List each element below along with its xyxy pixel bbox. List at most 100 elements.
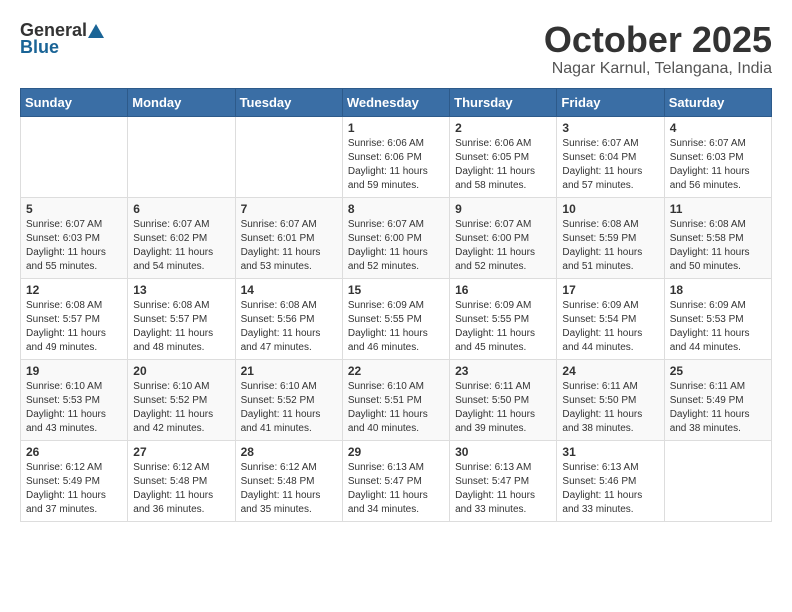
calendar-cell: 14 Sunrise: 6:08 AM Sunset: 5:56 PM Dayli… [235,278,342,359]
cell-info: Sunrise: 6:10 AM Sunset: 5:53 PM Dayligh… [26,380,122,436]
day-number: 3 [562,121,658,135]
cell-info: Sunrise: 6:09 AM Sunset: 5:55 PM Dayligh… [348,299,444,355]
calendar-cell: 8 Sunrise: 6:07 AM Sunset: 6:00 PM Daylig… [342,197,449,278]
calendar-cell [128,116,235,197]
cell-info: Sunrise: 6:07 AM Sunset: 6:00 PM Dayligh… [455,218,551,274]
calendar-table: SundayMondayTuesdayWednesdayThursdayFrid… [20,88,772,522]
calendar-cell: 9 Sunrise: 6:07 AM Sunset: 6:00 PM Daylig… [450,197,557,278]
calendar-cell [21,116,128,197]
logo-arrow-icon [88,24,104,38]
calendar-cell: 28 Sunrise: 6:12 AM Sunset: 5:48 PM Dayli… [235,440,342,521]
cell-info: Sunrise: 6:12 AM Sunset: 5:49 PM Dayligh… [26,461,122,517]
weekday-header: Sunday [21,88,128,116]
calendar-cell: 31Sunrise: 6:13 AM Sunset: 5:46 PM Dayli… [557,440,664,521]
calendar-cell: 29 Sunrise: 6:13 AM Sunset: 5:47 PM Dayli… [342,440,449,521]
day-number: 7 [241,202,337,216]
calendar-cell: 21 Sunrise: 6:10 AM Sunset: 5:52 PM Dayli… [235,359,342,440]
calendar-cell: 30Sunrise: 6:13 AM Sunset: 5:47 PM Dayli… [450,440,557,521]
cell-info: Sunrise: 6:12 AM Sunset: 5:48 PM Dayligh… [133,461,229,517]
title-block: October 2025 Nagar Karnul, Telangana, In… [544,20,772,78]
calendar-cell: 25Sunrise: 6:11 AM Sunset: 5:49 PM Dayli… [664,359,771,440]
day-number: 20 [133,364,229,378]
day-number: 1 [348,121,444,135]
calendar-week-row: 19 Sunrise: 6:10 AM Sunset: 5:53 PM Dayli… [21,359,772,440]
weekday-header: Tuesday [235,88,342,116]
calendar-cell: 11Sunrise: 6:08 AM Sunset: 5:58 PM Dayli… [664,197,771,278]
day-number: 6 [133,202,229,216]
day-number: 14 [241,283,337,297]
day-number: 15 [348,283,444,297]
cell-info: Sunrise: 6:13 AM Sunset: 5:47 PM Dayligh… [348,461,444,517]
day-number: 12 [26,283,122,297]
day-number: 18 [670,283,766,297]
cell-info: Sunrise: 6:08 AM Sunset: 5:57 PM Dayligh… [133,299,229,355]
cell-info: Sunrise: 6:09 AM Sunset: 5:53 PM Dayligh… [670,299,766,355]
day-number: 29 [348,445,444,459]
cell-info: Sunrise: 6:07 AM Sunset: 6:02 PM Dayligh… [133,218,229,274]
calendar-cell: 4 Sunrise: 6:07 AM Sunset: 6:03 PM Daylig… [664,116,771,197]
cell-info: Sunrise: 6:10 AM Sunset: 5:52 PM Dayligh… [241,380,337,436]
day-number: 24 [562,364,658,378]
calendar-cell: 3 Sunrise: 6:07 AM Sunset: 6:04 PM Daylig… [557,116,664,197]
day-number: 8 [348,202,444,216]
cell-info: Sunrise: 6:07 AM Sunset: 6:00 PM Dayligh… [348,218,444,274]
cell-info: Sunrise: 6:08 AM Sunset: 5:57 PM Dayligh… [26,299,122,355]
day-number: 26 [26,445,122,459]
day-number: 11 [670,202,766,216]
calendar-week-row: 26 Sunrise: 6:12 AM Sunset: 5:49 PM Dayli… [21,440,772,521]
calendar-cell: 16 Sunrise: 6:09 AM Sunset: 5:55 PM Dayli… [450,278,557,359]
cell-info: Sunrise: 6:07 AM Sunset: 6:04 PM Dayligh… [562,137,658,193]
day-number: 22 [348,364,444,378]
cell-info: Sunrise: 6:13 AM Sunset: 5:47 PM Dayligh… [455,461,551,517]
cell-info: Sunrise: 6:07 AM Sunset: 6:03 PM Dayligh… [670,137,766,193]
day-number: 9 [455,202,551,216]
cell-info: Sunrise: 6:06 AM Sunset: 6:05 PM Dayligh… [455,137,551,193]
calendar-cell: 26 Sunrise: 6:12 AM Sunset: 5:49 PM Dayli… [21,440,128,521]
day-number: 21 [241,364,337,378]
day-number: 27 [133,445,229,459]
day-number: 13 [133,283,229,297]
calendar-week-row: 12 Sunrise: 6:08 AM Sunset: 5:57 PM Dayli… [21,278,772,359]
calendar-header-row: SundayMondayTuesdayWednesdayThursdayFrid… [21,88,772,116]
day-number: 16 [455,283,551,297]
month-title: October 2025 [544,20,772,60]
day-number: 4 [670,121,766,135]
weekday-header: Saturday [664,88,771,116]
calendar-cell: 13 Sunrise: 6:08 AM Sunset: 5:57 PM Dayli… [128,278,235,359]
day-number: 25 [670,364,766,378]
cell-info: Sunrise: 6:07 AM Sunset: 6:03 PM Dayligh… [26,218,122,274]
calendar-cell: 12 Sunrise: 6:08 AM Sunset: 5:57 PM Dayli… [21,278,128,359]
day-number: 5 [26,202,122,216]
calendar-cell: 27 Sunrise: 6:12 AM Sunset: 5:48 PM Dayli… [128,440,235,521]
day-number: 31 [562,445,658,459]
cell-info: Sunrise: 6:09 AM Sunset: 5:55 PM Dayligh… [455,299,551,355]
calendar-cell [235,116,342,197]
cell-info: Sunrise: 6:08 AM Sunset: 5:59 PM Dayligh… [562,218,658,274]
location-title: Nagar Karnul, Telangana, India [544,60,772,78]
calendar-cell: 5 Sunrise: 6:07 AM Sunset: 6:03 PM Daylig… [21,197,128,278]
calendar-cell: 2Sunrise: 6:06 AM Sunset: 6:05 PM Daylig… [450,116,557,197]
calendar-cell: 20Sunrise: 6:10 AM Sunset: 5:52 PM Dayli… [128,359,235,440]
page-header: General Blue October 2025 Nagar Karnul, … [20,20,772,78]
day-number: 19 [26,364,122,378]
cell-info: Sunrise: 6:07 AM Sunset: 6:01 PM Dayligh… [241,218,337,274]
logo: General Blue [20,20,105,58]
calendar-cell: 6 Sunrise: 6:07 AM Sunset: 6:02 PM Daylig… [128,197,235,278]
cell-info: Sunrise: 6:11 AM Sunset: 5:50 PM Dayligh… [455,380,551,436]
calendar-cell: 19 Sunrise: 6:10 AM Sunset: 5:53 PM Dayli… [21,359,128,440]
weekday-header: Monday [128,88,235,116]
cell-info: Sunrise: 6:08 AM Sunset: 5:56 PM Dayligh… [241,299,337,355]
day-number: 10 [562,202,658,216]
calendar-week-row: 1 Sunrise: 6:06 AM Sunset: 6:06 PM Daylig… [21,116,772,197]
cell-info: Sunrise: 6:10 AM Sunset: 5:51 PM Dayligh… [348,380,444,436]
calendar-cell: 18 Sunrise: 6:09 AM Sunset: 5:53 PM Dayli… [664,278,771,359]
calendar-cell: 15 Sunrise: 6:09 AM Sunset: 5:55 PM Dayli… [342,278,449,359]
day-number: 28 [241,445,337,459]
cell-info: Sunrise: 6:12 AM Sunset: 5:48 PM Dayligh… [241,461,337,517]
weekday-header: Wednesday [342,88,449,116]
calendar-cell: 17Sunrise: 6:09 AM Sunset: 5:54 PM Dayli… [557,278,664,359]
cell-info: Sunrise: 6:09 AM Sunset: 5:54 PM Dayligh… [562,299,658,355]
calendar-cell: 22 Sunrise: 6:10 AM Sunset: 5:51 PM Dayli… [342,359,449,440]
calendar-cell: 1 Sunrise: 6:06 AM Sunset: 6:06 PM Daylig… [342,116,449,197]
cell-info: Sunrise: 6:06 AM Sunset: 6:06 PM Dayligh… [348,137,444,193]
